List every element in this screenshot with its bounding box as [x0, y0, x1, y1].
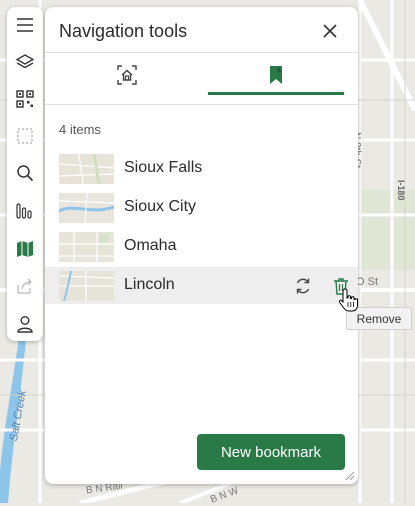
bookmark-thumbnail [59, 154, 114, 184]
search-button[interactable] [11, 159, 39, 187]
home-extent-icon [117, 65, 137, 85]
bar-chart-icon [16, 203, 32, 219]
resize-grip-icon[interactable] [345, 471, 355, 481]
chart-button[interactable] [11, 197, 39, 225]
bookmark-icon [270, 66, 282, 84]
tab-home-extent[interactable] [59, 53, 195, 97]
user-icon [17, 316, 33, 333]
layers-button[interactable] [11, 48, 39, 76]
share-button[interactable] [11, 272, 39, 300]
qr-code-button[interactable] [11, 85, 39, 113]
search-icon [17, 165, 34, 182]
bookmark-thumbnail [59, 271, 114, 301]
bookmark-label: Omaha [124, 237, 177, 254]
select-area-icon [17, 128, 33, 144]
street-label-i180: I-180 [396, 180, 406, 201]
bookmark-thumbnail [59, 193, 114, 223]
panel-title: Navigation tools [59, 21, 188, 41]
bookmark-label: Lincoln [124, 276, 175, 293]
menu-button[interactable] [11, 11, 39, 39]
navigation-tools-panel: Navigation tools 4 items Sioux Falls Sio… [45, 7, 358, 484]
qr-code-icon [16, 90, 34, 108]
navigation-tools-button[interactable] [11, 235, 39, 263]
close-button[interactable] [318, 19, 342, 43]
map-icon [17, 241, 33, 257]
bookmark-item[interactable]: Omaha [45, 228, 358, 265]
new-bookmark-button[interactable]: New bookmark [197, 434, 345, 470]
refresh-icon [296, 278, 310, 294]
active-tab-indicator [208, 92, 344, 95]
update-bookmark-button[interactable] [291, 274, 315, 298]
bookmark-label: Sioux Falls [124, 159, 203, 176]
account-button[interactable] [11, 310, 39, 338]
tab-bookmarks[interactable] [208, 53, 344, 97]
hamburger-menu-icon [17, 18, 33, 32]
bookmark-count: 4 items [59, 122, 101, 137]
layers-icon [15, 54, 35, 69]
tabs-divider [45, 104, 358, 105]
tool-bar [7, 7, 43, 341]
bookmark-item[interactable]: Sioux City [45, 189, 358, 226]
bookmark-item[interactable]: Lincoln [45, 267, 358, 304]
close-icon [323, 24, 337, 38]
select-area-button[interactable] [11, 122, 39, 150]
bookmark-label: Sioux City [124, 198, 197, 215]
bookmark-item[interactable]: Sioux Falls [45, 150, 358, 187]
bookmark-thumbnail [59, 232, 114, 262]
hand-pointer-cursor-icon [338, 288, 358, 312]
share-icon [17, 278, 32, 294]
